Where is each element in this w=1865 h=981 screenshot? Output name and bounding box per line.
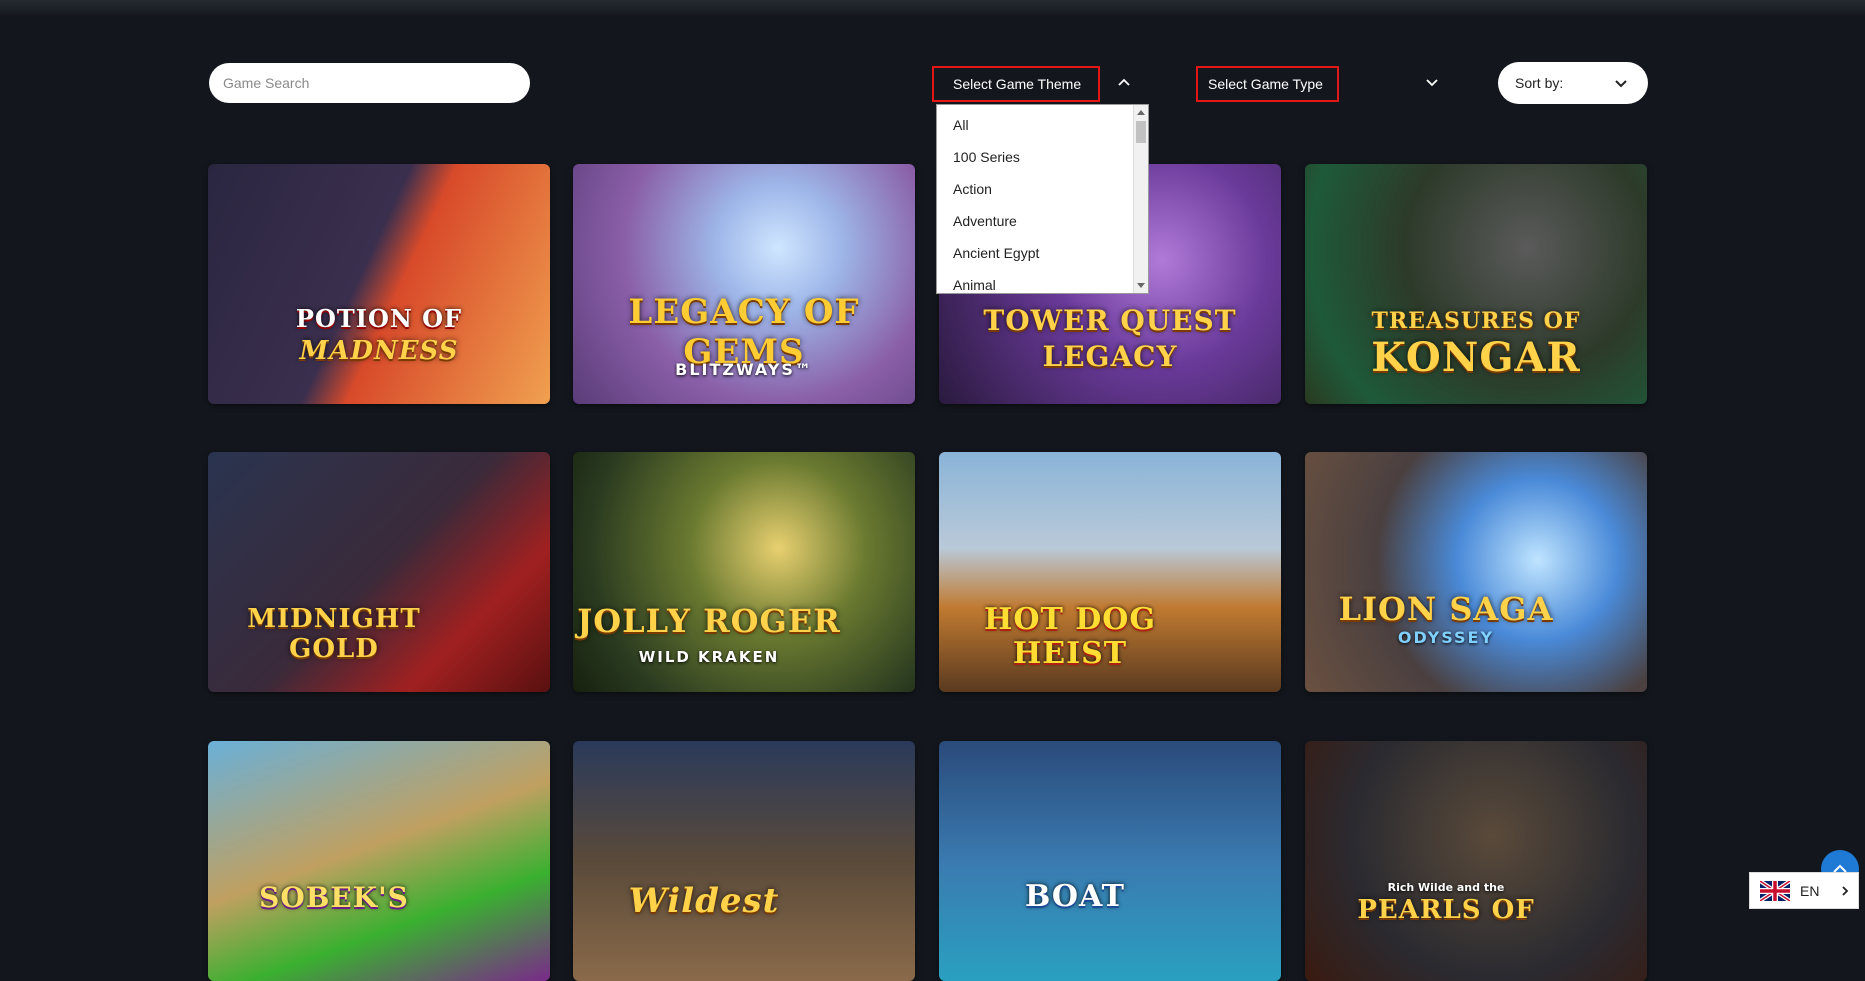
game-subtitle: HEIST	[1012, 636, 1128, 671]
theme-option[interactable]: 100 Series	[937, 141, 1148, 173]
game-subtitle: WILD KRAKEN	[638, 648, 780, 666]
scroll-up-arrow-icon[interactable]	[1137, 110, 1145, 115]
game-artwork	[939, 741, 1281, 981]
theme-option[interactable]: Action	[937, 173, 1148, 205]
game-tile-pearls-of[interactable]: Rich Wilde and the PEARLS OF	[1305, 741, 1647, 981]
chevron-down-icon	[1613, 75, 1629, 91]
scroll-down-arrow-icon[interactable]	[1137, 283, 1145, 288]
game-subtitle: KONGAR	[1371, 334, 1581, 381]
game-search-input[interactable]	[221, 74, 518, 92]
game-title: MIDNIGHT	[247, 604, 421, 634]
top-bar	[0, 0, 1865, 16]
game-tile-wildest[interactable]: Wildest	[573, 741, 915, 981]
game-tile-midnight-gold[interactable]: MIDNIGHT GOLD	[208, 452, 550, 692]
game-artwork	[1305, 741, 1647, 981]
uk-flag-icon	[1760, 880, 1790, 901]
select-game-theme-dropdown[interactable]: Select Game Theme	[932, 66, 1100, 102]
sort-by-dropdown[interactable]: Sort by:	[1498, 62, 1648, 104]
chevron-up-icon[interactable]	[1116, 74, 1132, 90]
dropdown-scrollbar[interactable]	[1133, 105, 1148, 293]
game-title: JOLLY ROGER	[577, 602, 841, 640]
game-title: Wildest	[628, 881, 780, 921]
chevron-down-icon[interactable]	[1424, 74, 1440, 90]
game-tile-hot-dog-heist[interactable]: HOT DOG HEIST	[939, 452, 1281, 692]
game-tile-legacy-of-gems[interactable]: LEGACY OF GEMS BLITZWAYS™	[573, 164, 915, 404]
select-game-type-dropdown[interactable]: Select Game Type	[1196, 66, 1339, 102]
game-title: TOWER QUEST	[983, 304, 1237, 337]
game-tile-jolly-roger-wild-kraken[interactable]: JOLLY ROGER WILD KRAKEN	[573, 452, 915, 692]
game-subtitle: LEGACY	[1042, 340, 1178, 373]
game-title: HOT DOG	[983, 602, 1156, 637]
theme-option[interactable]: All	[937, 109, 1148, 141]
theme-option[interactable]: Ancient Egypt	[937, 237, 1148, 269]
game-artwork	[1305, 452, 1647, 692]
game-title: SOBEK'S	[259, 881, 409, 914]
language-code: EN	[1800, 882, 1820, 899]
game-tile-boat-bonanza[interactable]: BOAT	[939, 741, 1281, 981]
game-title: POTION OF	[295, 304, 463, 333]
game-artwork	[573, 741, 915, 981]
chevron-right-icon	[1842, 886, 1849, 896]
game-artwork	[208, 164, 550, 404]
game-title: LION SAGA	[1338, 590, 1554, 628]
game-title: TREASURES OF	[1371, 308, 1581, 334]
theme-option[interactable]: Adventure	[937, 205, 1148, 237]
game-tile-treasures-of-kongar[interactable]: TREASURES OF KONGAR	[1305, 164, 1647, 404]
game-search-field[interactable]	[209, 63, 530, 103]
game-subtitle: BLITZWAYS™	[675, 360, 813, 379]
game-artwork	[208, 741, 550, 981]
sort-by-label: Sort by:	[1515, 75, 1564, 91]
game-tile-potion-of-madness[interactable]: POTION OF MADNESS	[208, 164, 550, 404]
game-subtitle: ODYSSEY	[1397, 628, 1495, 647]
game-subtitle: GOLD	[289, 634, 379, 664]
theme-option[interactable]: Animal	[937, 269, 1148, 293]
scrollbar-thumb[interactable]	[1136, 121, 1146, 143]
game-subtitle: PEARLS OF	[1357, 895, 1535, 925]
game-tile-sobeks[interactable]: SOBEK'S	[208, 741, 550, 981]
game-subtitle: MADNESS	[299, 336, 459, 366]
game-tile-lion-saga-odyssey[interactable]: LION SAGA ODYSSEY	[1305, 452, 1647, 692]
language-selector[interactable]: EN	[1749, 872, 1859, 909]
game-theme-options-list[interactable]: All 100 Series Action Adventure Ancient …	[936, 104, 1149, 294]
game-title: Rich Wilde and the	[1387, 881, 1505, 894]
